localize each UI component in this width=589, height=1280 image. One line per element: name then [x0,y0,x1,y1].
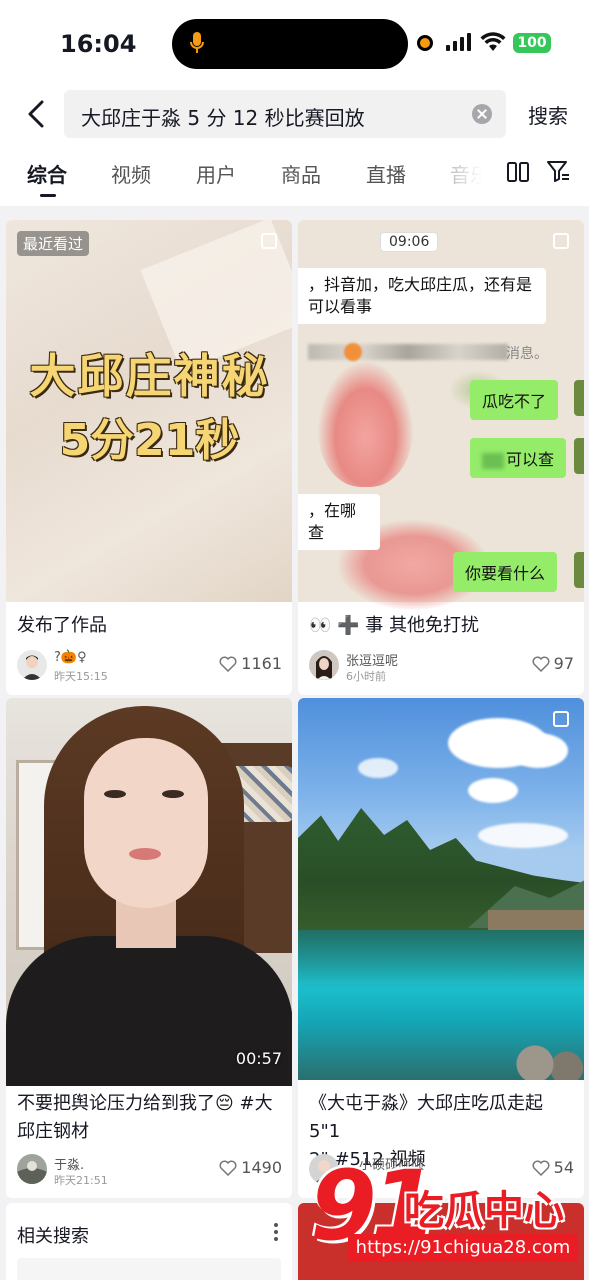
like-count[interactable]: 1161 [219,654,282,673]
result-card-1[interactable]: 最近看过 大邱庄神秘 5分21秒 发布了作品 ?🎃♀ 昨天15:15 1161 [6,220,292,695]
search-query[interactable]: 大邱庄于淼 5 分 12 秒比赛回放 [81,102,365,131]
search-button[interactable]: 搜索 [528,100,568,129]
multi-image-icon [553,711,569,727]
watermark-brand: 吃瓜中心 [404,1188,564,1234]
chat-bubble-right: 可以查 [470,438,567,478]
heart-icon [532,656,550,672]
battery-icon: 100 [513,33,551,53]
clear-search-icon[interactable] [472,104,492,124]
chat-notice: 消息。 [298,340,584,364]
card-thumbnail[interactable]: 00:57 [6,698,292,1086]
thumbnail-subtitle: 5分21秒 [59,415,240,466]
related-searches: 相关搜索 [6,1203,292,1280]
card-thumbnail[interactable]: 09:06 ，抖音加，吃大邱庄瓜，还有是 可以看事 消息。 瓜吃不了 可以查 ，… [298,220,584,610]
like-count-value: 1490 [241,1158,282,1177]
chat-bubble-left: ，在哪查 [298,494,380,550]
watermark-url: https://91chigua28.com [348,1234,578,1262]
post-time: 6小时前 [346,670,386,683]
post-time: 昨天15:15 [54,670,108,683]
heart-icon [219,656,237,672]
author-name[interactable]: 张逗逗呢 [346,650,398,669]
double-column-layout-icon[interactable] [506,160,530,184]
heart-icon [219,1160,237,1176]
card-meta: ?🎃♀ 昨天15:15 1161 [17,650,282,686]
dynamic-island [172,19,408,69]
recently-viewed-badge: 最近看过 [17,231,90,256]
status-time: 16:04 [60,30,137,58]
post-time: 昨天21:51 [54,1174,108,1187]
card-thumbnail[interactable]: 最近看过 大邱庄神秘 5分21秒 [6,220,292,602]
signal-icon [446,33,472,51]
related-search-item[interactable] [17,1258,281,1280]
thumbnail-title: 大邱庄神秘 [29,349,270,403]
chat-bubble-left: ，抖音加，吃大邱庄瓜，还有是 可以看事 [298,268,546,324]
avatar[interactable] [17,1154,47,1184]
author-name[interactable]: ?🎃♀ [54,650,87,665]
author-name[interactable]: 于淼. [54,1154,84,1173]
chat-timestamp: 09:06 [380,232,439,252]
tab-comprehensive[interactable]: 综合 [27,159,67,188]
result-card-4[interactable]: 《大屯于淼》大邱庄吃瓜走起 5"1 2" #512 视频 小硕硕硕硕 54 [298,698,584,1198]
more-options-icon[interactable] [274,1223,278,1241]
card-caption[interactable]: 👀 ➕ 事 其他免打扰 [309,612,479,640]
tab-users[interactable]: 用户 [196,159,236,188]
like-count[interactable]: 97 [532,654,574,673]
tab-video[interactable]: 视频 [111,159,151,188]
card-meta: 于淼. 昨天21:51 1490 [17,1154,282,1190]
like-count-value: 97 [553,654,574,673]
result-tabs: 综合 视频 用户 商品 直播 音乐 [0,144,589,206]
search-header: 大邱庄于淼 5 分 12 秒比赛回放 搜索 [0,86,589,144]
back-arrow-icon[interactable] [22,96,52,132]
tab-fade-overlay [440,144,500,206]
video-duration: 00:57 [235,1049,282,1068]
like-count[interactable]: 1490 [219,1158,282,1177]
filter-icon[interactable] [545,158,571,184]
person-face [84,738,208,908]
avatar[interactable] [17,650,47,680]
card-caption[interactable]: 不要把舆论压力给到我了😔 #大 邱庄钢材 [17,1090,282,1146]
result-card-3[interactable]: 00:57 不要把舆论压力给到我了😔 #大 邱庄钢材 于淼. 昨天21:51 1… [6,698,292,1198]
multi-image-icon [553,233,569,249]
status-bar: 16:04 100 [0,0,589,86]
multi-image-icon [261,233,277,249]
tab-live[interactable]: 直播 [366,159,406,188]
related-searches-title: 相关搜索 [17,1226,89,1247]
recording-dot-icon [417,35,433,51]
microphone-icon [190,32,204,53]
active-tab-indicator [40,194,56,197]
like-count-value: 1161 [241,654,282,673]
search-input[interactable]: 大邱庄于淼 5 分 12 秒比赛回放 [64,90,506,138]
chat-bubble-right: 你要看什么 [453,552,558,592]
card-caption[interactable]: 发布了作品 [17,612,107,640]
avatar[interactable] [309,650,339,680]
tab-goods[interactable]: 商品 [281,159,321,188]
wifi-icon [480,32,506,51]
result-card-2[interactable]: 09:06 ，抖音加，吃大邱庄瓜，还有是 可以看事 消息。 瓜吃不了 可以查 ，… [298,220,584,695]
card-thumbnail[interactable] [298,698,584,1080]
card-meta: 张逗逗呢 6小时前 97 [309,650,574,686]
watermark-logo: 91 吃瓜中心 https://91chigua28.com [300,1150,589,1280]
chat-bubble-right: 瓜吃不了 [470,380,559,420]
